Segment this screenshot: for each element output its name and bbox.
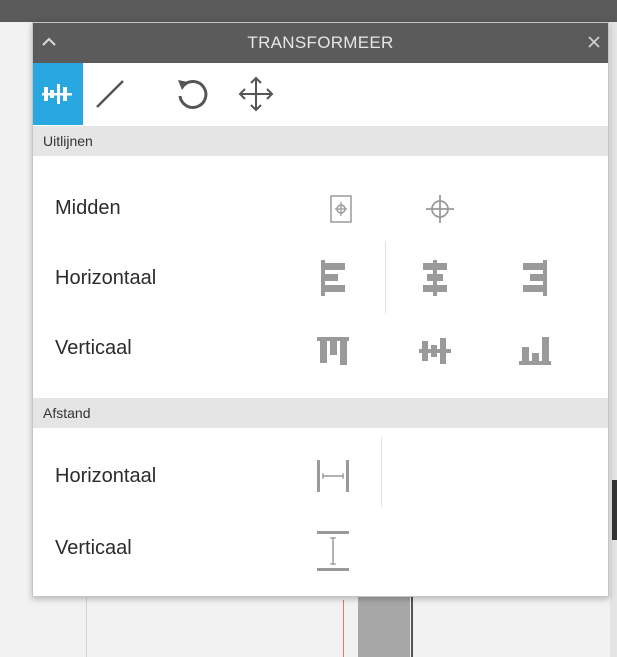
right-scrollbar-track [610,22,617,657]
row-label-midden: Midden [55,197,121,219]
align-left-icon [321,260,345,296]
panel-titlebar[interactable]: TRANSFORMEER [33,23,608,63]
distribute-vertical-icon [317,531,349,571]
align-bottom-icon [519,337,551,365]
scale-tool-icon [96,80,124,108]
distribute-horizontal-button[interactable] [308,453,358,499]
canvas-dark-edge [411,597,413,657]
canvas-red-guide [343,600,344,657]
close-icon[interactable] [584,32,604,52]
row-label-horizontaal-align: Horizontaal [55,267,157,289]
panel-title: TRANSFORMEER [247,33,394,52]
distribute-vertical-button[interactable] [308,528,358,574]
spacing-divider [381,437,382,507]
transform-panel: TRANSFORMEER Uitlijnen Midden Horizontaa… [32,22,609,597]
row-label-verticaal-spacing: Verticaal [55,537,132,559]
center-to-page-button[interactable] [316,186,366,232]
section-header-spacing: Afstand [33,398,608,428]
distribute-horizontal-icon [317,460,349,492]
align-right-icon [523,260,547,296]
align-tool-icon [42,84,72,104]
tab-scale[interactable] [85,63,135,125]
icon-divider [385,241,386,313]
tab-rotate[interactable] [167,63,217,125]
align-center-icon [423,260,447,296]
canvas-gray-block [358,597,410,657]
rotate-tool-icon [178,80,208,109]
row-label-verticaal-align: Verticaal [55,337,132,359]
align-top-button[interactable] [308,328,358,374]
align-middle-button[interactable] [410,328,460,374]
align-right-button[interactable] [510,255,560,301]
right-scrollbar-thumb[interactable] [612,480,617,540]
center-button[interactable] [415,186,465,232]
move-tool-icon [238,76,274,112]
align-left-button[interactable] [308,255,358,301]
align-bottom-button[interactable] [510,328,560,374]
align-middle-icon [419,338,451,364]
transform-toolbar [33,63,608,125]
center-to-page-icon [330,195,352,223]
tab-align[interactable] [33,63,83,125]
align-top-icon [317,337,349,365]
app-top-bar [0,0,617,22]
tab-move[interactable] [231,63,281,125]
center-icon [426,195,454,223]
align-center-horizontal-button[interactable] [410,255,460,301]
section-header-align: Uitlijnen [33,126,608,156]
row-label-horizontaal-spacing: Horizontaal [55,465,157,487]
